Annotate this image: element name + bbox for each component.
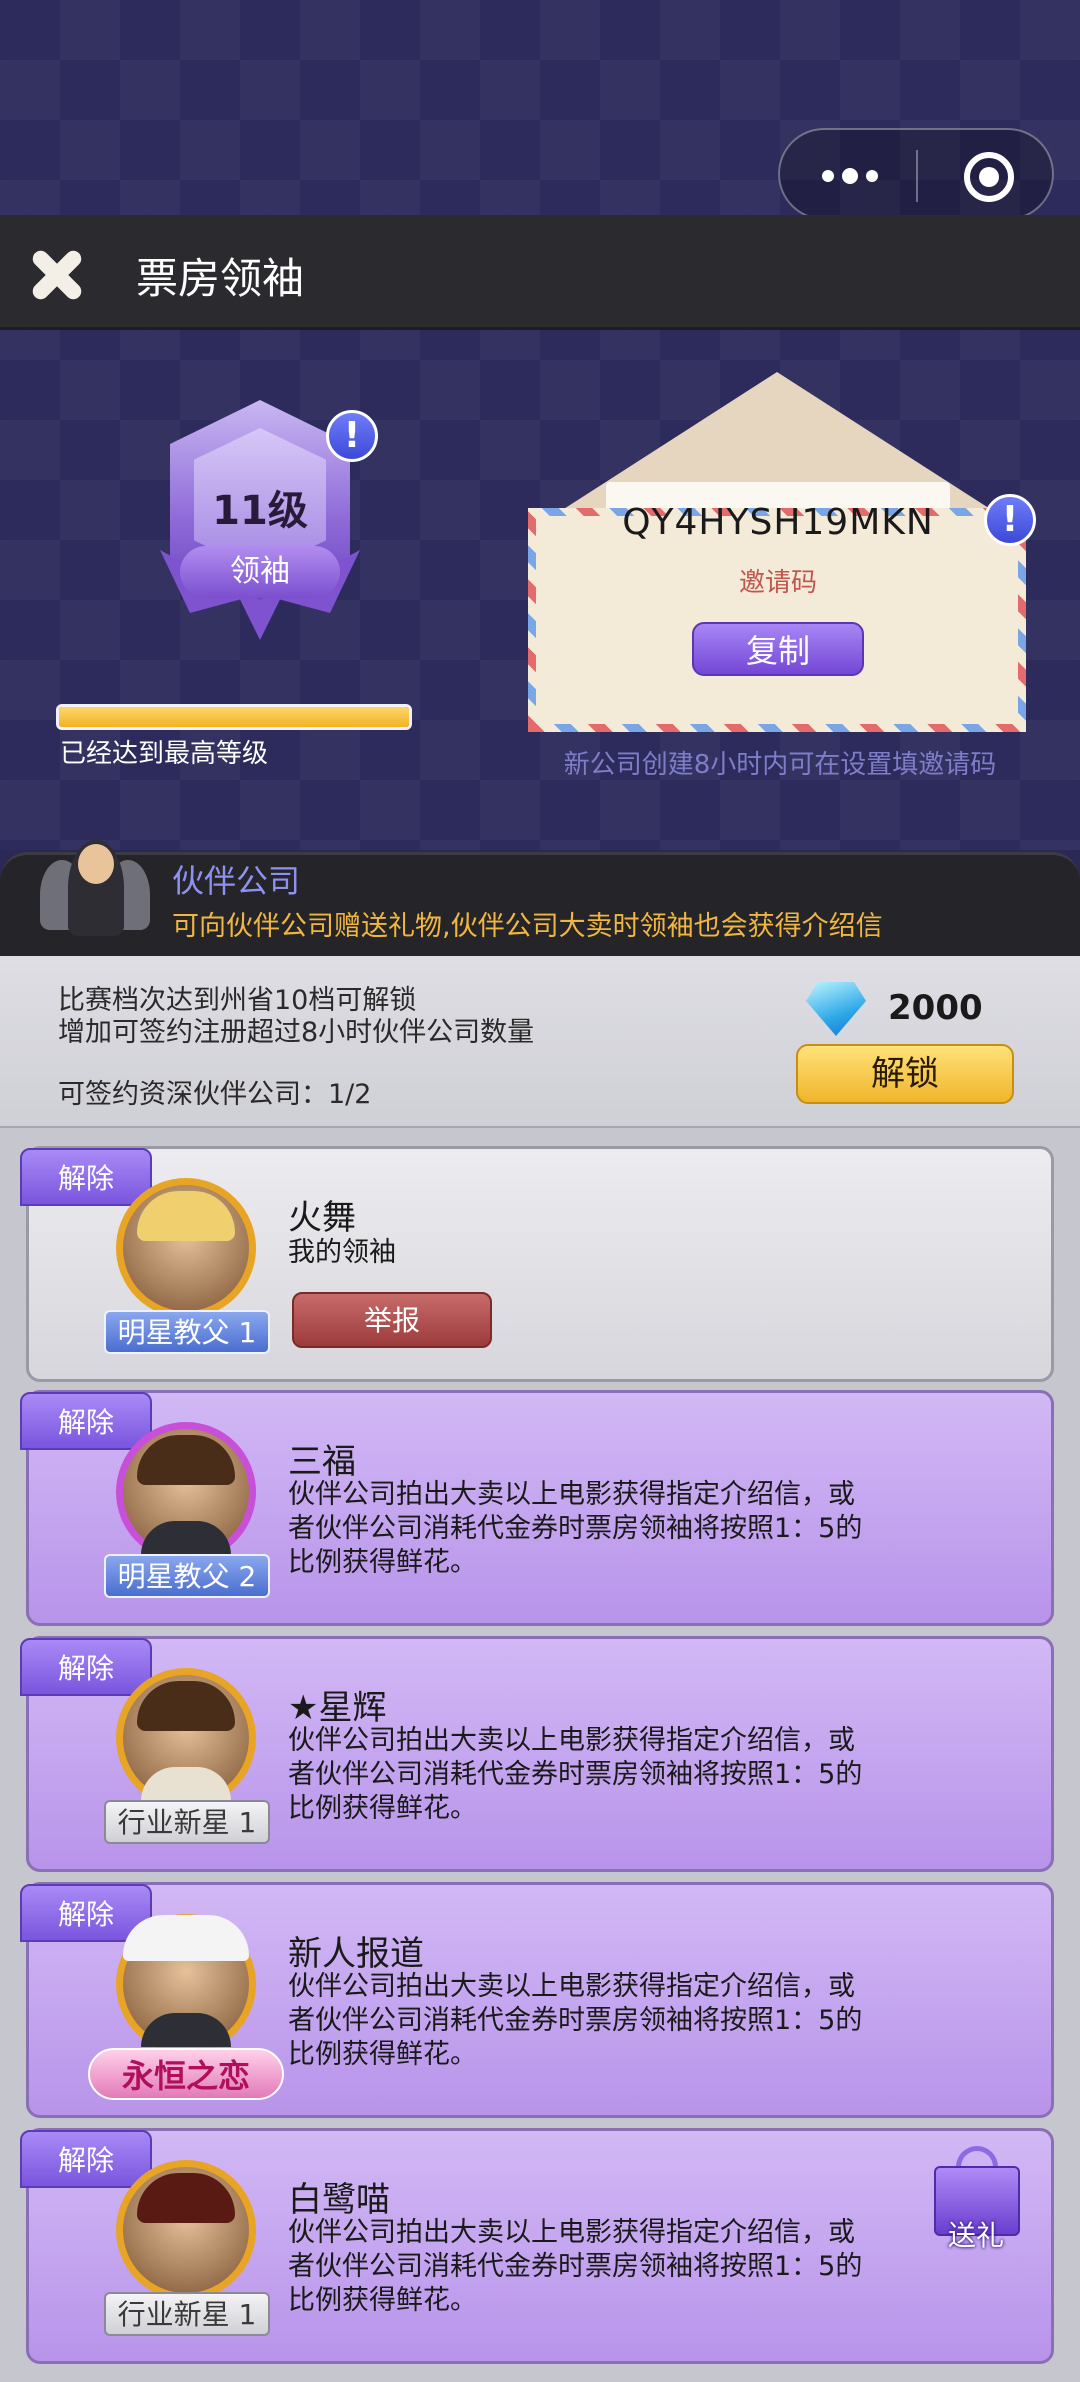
invite-hint: 新公司创建8小时内可在设置填邀请码	[563, 750, 997, 780]
partner-avatar[interactable]	[116, 1178, 256, 1318]
partner-section-title: 伙伴公司	[172, 862, 301, 900]
partners-icon	[40, 840, 150, 940]
capsule-divider	[916, 150, 918, 202]
more-icon[interactable]	[822, 166, 882, 186]
partner-rank: 明星教父 1	[104, 1310, 270, 1354]
senior-partner-count: 可签约资深伙伴公司：1/2	[58, 1079, 372, 1110]
level-progress-fill	[59, 707, 409, 727]
partner-rank: 行业新星 1	[104, 2292, 270, 2336]
invite-code-label: 邀请码	[738, 568, 817, 598]
partner-title-badge: 永恒之恋	[88, 2048, 284, 2100]
partner-avatar[interactable]	[116, 1914, 256, 2054]
partner-name: 白鹭喵	[288, 2180, 390, 2220]
report-button[interactable]: 举报	[292, 1292, 492, 1348]
partner-name: 新人报道	[288, 1934, 424, 1974]
partner-avatar[interactable]	[116, 1422, 256, 1562]
copy-button[interactable]: 复制	[692, 622, 864, 676]
remove-button[interactable]: 解除	[20, 1392, 152, 1450]
level-info-icon[interactable]: !	[326, 410, 378, 462]
partner-section-description: 可向伙伴公司赠送礼物,伙伴公司大卖时领袖也会获得介绍信	[172, 911, 883, 942]
partner-description: 伙伴公司拍出大卖以上电影获得指定介绍信，或者伙伴公司消耗代金券时票房领袖将按照1…	[288, 1479, 863, 1578]
header-bar: 票房领袖	[0, 215, 1080, 330]
page-title: 票房领袖	[136, 254, 305, 303]
partner-name: ★星辉	[288, 1688, 387, 1728]
mini-program-capsule	[778, 128, 1054, 220]
send-gift-button[interactable]: 送礼	[926, 2140, 1026, 2260]
partner-rank: 明星教父 2	[104, 1554, 270, 1598]
level-value: 11级	[212, 488, 308, 534]
diamond-cost: 2000	[888, 988, 983, 1028]
remove-button[interactable]: 解除	[20, 1638, 152, 1696]
remove-button[interactable]: 解除	[20, 2130, 152, 2188]
partner-name: 三福	[288, 1442, 356, 1482]
close-mini-program-icon[interactable]	[964, 152, 1014, 202]
unlock-button[interactable]: 解锁	[796, 1044, 1014, 1104]
close-icon[interactable]	[24, 241, 90, 307]
send-gift-label: 送礼	[947, 2219, 1004, 2252]
partner-description: 伙伴公司拍出大卖以上电影获得指定介绍信，或者伙伴公司消耗代金券时票房领袖将按照1…	[288, 2217, 863, 2316]
invite-code: QY4HYSH19MKN	[622, 502, 934, 543]
level-caption: 已经达到最高等级	[60, 739, 269, 769]
level-title: 领袖	[180, 546, 340, 598]
invite-info-icon[interactable]: !	[984, 494, 1036, 546]
partner-avatar[interactable]	[116, 2160, 256, 2300]
level-progress-bar	[56, 704, 412, 730]
partner-avatar[interactable]	[116, 1668, 256, 1808]
invite-envelope: QY4HYSH19MKN 邀请码 复制	[528, 372, 1026, 732]
partner-rank: 行业新星 1	[104, 1800, 270, 1844]
partner-subtitle: 我的领袖	[288, 1237, 396, 1268]
partner-name: 火舞	[288, 1198, 356, 1238]
unlock-benefit: 增加可签约注册超过8小时伙伴公司数量	[58, 1017, 535, 1048]
partner-description: 伙伴公司拍出大卖以上电影获得指定介绍信，或者伙伴公司消耗代金券时票房领袖将按照1…	[288, 1971, 863, 2070]
partner-description: 伙伴公司拍出大卖以上电影获得指定介绍信，或者伙伴公司消耗代金券时票房领袖将按照1…	[288, 1725, 863, 1824]
remove-button[interactable]: 解除	[20, 1148, 152, 1206]
